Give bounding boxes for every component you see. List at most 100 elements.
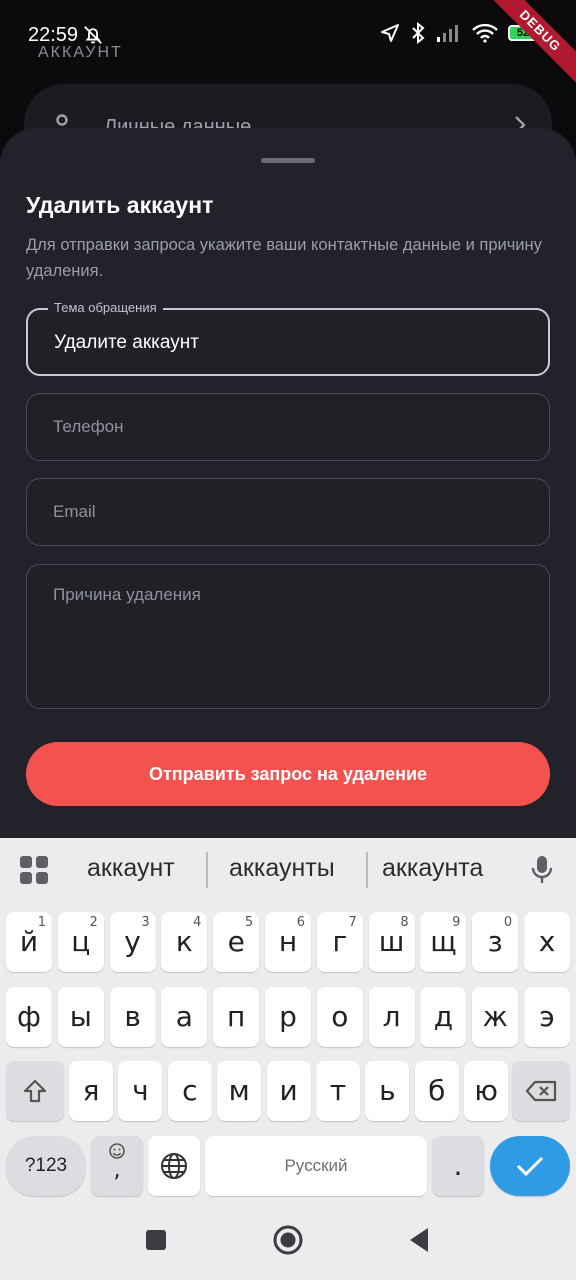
submit-deletion-button[interactable]: Отправить запрос на удаление: [26, 742, 550, 806]
key-у[interactable]: у3: [109, 912, 156, 972]
key-ь[interactable]: ь: [365, 1061, 410, 1121]
key-с[interactable]: с: [167, 1061, 212, 1121]
emoji-comma-key[interactable]: ,: [91, 1136, 143, 1196]
wifi-icon: [472, 23, 498, 43]
key-х[interactable]: х: [524, 912, 570, 972]
key-т[interactable]: т: [316, 1061, 360, 1121]
key-о[interactable]: о: [316, 987, 363, 1047]
key-label: х: [538, 925, 556, 958]
recent-apps-icon[interactable]: [140, 1224, 172, 1256]
key-label: и: [279, 1074, 298, 1107]
key-ю[interactable]: ю: [464, 1061, 509, 1121]
symbols-key[interactable]: ?123: [6, 1136, 86, 1196]
navigation-bar: [0, 1200, 576, 1280]
shift-key[interactable]: [6, 1061, 64, 1121]
enter-key[interactable]: [490, 1136, 570, 1196]
suggestion-divider: [206, 852, 208, 888]
key-р[interactable]: р: [265, 987, 311, 1047]
key-й[interactable]: й1: [6, 912, 52, 972]
key-label: о: [331, 1000, 349, 1033]
section-label: АККАУНТ: [38, 44, 123, 61]
signal-icon: [437, 25, 458, 42]
subject-field[interactable]: Тема обращения Удалите аккаунт: [26, 300, 550, 376]
key-label: п: [227, 1000, 246, 1033]
backspace-key[interactable]: [512, 1061, 570, 1121]
phone-field[interactable]: Телефон: [26, 393, 550, 461]
key-п[interactable]: п: [213, 987, 260, 1047]
phone-field-placeholder: Телефон: [53, 417, 124, 436]
key-к[interactable]: к4: [161, 912, 208, 972]
key-label: р: [279, 1000, 297, 1033]
email-field[interactable]: Email: [26, 478, 550, 546]
microphone-icon[interactable]: [530, 854, 554, 886]
suggestion-1[interactable]: аккаунт: [87, 854, 175, 883]
language-key[interactable]: [148, 1136, 200, 1196]
sheet-drag-handle[interactable]: [261, 158, 315, 163]
key-з[interactable]: з0: [472, 912, 519, 972]
key-ц[interactable]: ц2: [57, 912, 104, 972]
key-а[interactable]: а: [161, 987, 208, 1047]
delete-account-sheet: Удалить аккаунт Для отправки запроса ука…: [0, 128, 576, 838]
key-label: й: [19, 925, 39, 958]
suggestion-2[interactable]: аккаунты: [229, 854, 335, 883]
key-label: ж: [482, 1000, 508, 1033]
subject-field-label: Тема обращения: [48, 300, 163, 315]
checkmark-icon: [516, 1156, 544, 1177]
key-label: я: [82, 1074, 100, 1107]
key-э[interactable]: э: [524, 987, 570, 1047]
status-icons: 52: [380, 22, 541, 44]
back-icon[interactable]: [404, 1224, 436, 1256]
key-е[interactable]: е5: [213, 912, 260, 972]
bell-muted-icon: [84, 26, 102, 44]
suggestion-3[interactable]: аккаунта: [382, 854, 483, 883]
key-label: л: [382, 1000, 401, 1033]
key-label: у: [124, 925, 141, 958]
key-label: г: [332, 925, 348, 958]
key-и[interactable]: и: [266, 1061, 311, 1121]
backspace-icon: [525, 1080, 557, 1102]
key-label: ю: [474, 1074, 498, 1107]
key-ф[interactable]: ф: [6, 987, 52, 1047]
key-label: т: [329, 1074, 347, 1107]
subject-field-value: Удалите аккаунт: [54, 332, 199, 353]
key-number-hint: 8: [400, 915, 409, 930]
space-key[interactable]: Русский: [205, 1136, 427, 1196]
key-label: е: [227, 925, 245, 958]
period-key[interactable]: .: [432, 1136, 484, 1196]
key-г[interactable]: г7: [316, 912, 363, 972]
key-н[interactable]: н6: [265, 912, 311, 972]
apps-grid-icon[interactable]: [20, 856, 48, 884]
home-icon[interactable]: [272, 1224, 304, 1256]
key-label: в: [124, 1000, 141, 1033]
reason-field[interactable]: Причина удаления: [26, 564, 550, 709]
key-number-hint: 9: [452, 915, 461, 930]
key-м[interactable]: м: [217, 1061, 262, 1121]
key-number-hint: 0: [503, 915, 513, 930]
key-щ[interactable]: щ9: [420, 912, 467, 972]
sheet-description: Для отправки запроса укажите ваши контак…: [26, 236, 542, 280]
key-number-hint: 6: [296, 915, 305, 930]
key-label: ы: [69, 1000, 92, 1033]
key-number-hint: 3: [141, 915, 150, 930]
key-ж[interactable]: ж: [472, 987, 519, 1047]
suggestion-divider: [366, 852, 368, 888]
reason-field-placeholder: Причина удаления: [53, 585, 201, 604]
bluetooth-icon: [412, 22, 425, 44]
key-label: к: [175, 925, 193, 958]
globe-icon: [161, 1153, 187, 1179]
key-л[interactable]: л: [368, 987, 415, 1047]
key-б[interactable]: б: [414, 1061, 459, 1121]
key-я[interactable]: я: [69, 1061, 113, 1121]
key-ш[interactable]: ш8: [368, 912, 415, 972]
key-label: ц: [71, 925, 91, 958]
key-д[interactable]: д: [420, 987, 467, 1047]
shift-arrow-icon: [23, 1079, 47, 1103]
comma-label: ,: [113, 1158, 121, 1183]
key-ы[interactable]: ы: [57, 987, 104, 1047]
key-в[interactable]: в: [109, 987, 156, 1047]
key-ч[interactable]: ч: [118, 1061, 163, 1121]
email-field-placeholder: Email: [53, 502, 96, 521]
key-label: ч: [132, 1074, 149, 1107]
key-label: м: [228, 1074, 250, 1107]
key-number-hint: 5: [244, 915, 254, 930]
